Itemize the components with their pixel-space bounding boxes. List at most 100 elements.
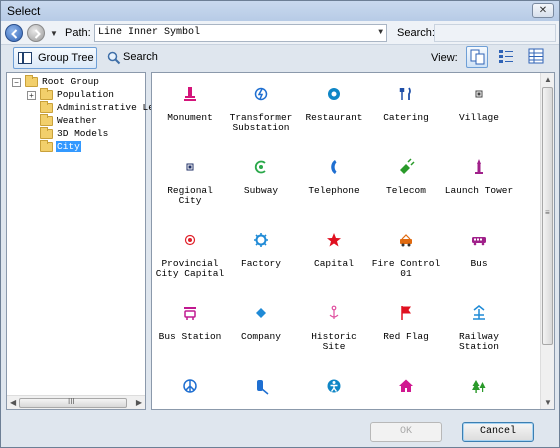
square-dot-icon <box>181 158 199 176</box>
symbol-item[interactable]: Railway Station <box>442 304 516 352</box>
symbol-item[interactable]: Telecom <box>369 158 443 204</box>
square-dot-icon <box>470 85 488 103</box>
symbol-item[interactable]: Company <box>224 304 298 350</box>
dialog-footer: OK Cancel <box>1 412 559 447</box>
details-icon <box>528 48 544 64</box>
symbol-item[interactable]: Bus <box>442 231 516 277</box>
symbol-item[interactable]: Telephone <box>297 158 371 204</box>
symbol-grid[interactable]: Monument Transformer Substation Restaurant… <box>151 72 555 410</box>
cancel-button[interactable]: Cancel <box>462 422 534 442</box>
toolbar: Group Tree Search View: <box>1 45 559 71</box>
symbol-label: Bus <box>470 258 488 269</box>
group-tree-panel[interactable]: − Root Group + Population Administrative Lev… <box>6 72 160 410</box>
scroll-down-icon[interactable]: ▼ <box>544 398 552 407</box>
symbol-item[interactable]: Red Flag <box>369 304 443 350</box>
list-icon <box>499 50 513 63</box>
folder-icon <box>40 114 53 126</box>
back-button[interactable] <box>5 24 23 42</box>
star-icon <box>325 231 343 249</box>
details-view-button[interactable] <box>526 46 548 68</box>
tree-item-label: Administrative Lev <box>57 102 160 113</box>
path-combobox[interactable]: Line Inner Symbol ▼ <box>94 24 387 42</box>
target-icon <box>181 231 199 249</box>
historic-icon <box>325 304 343 322</box>
tree-scroll-thumb[interactable]: III <box>19 397 127 408</box>
fork-knife-icon <box>397 85 415 103</box>
symbol-item[interactable]: Transformer Substation <box>224 85 298 133</box>
bus-station-icon <box>181 304 199 322</box>
collapse-toggle[interactable]: − <box>12 78 21 87</box>
symbol-item[interactable]: Catering <box>369 85 443 131</box>
symbol-label: Railway Station <box>459 331 499 352</box>
close-button[interactable]: ✕ <box>532 3 554 18</box>
title-bar[interactable]: Select ✕ <box>1 1 559 21</box>
tree-horizontal-scrollbar[interactable]: ◀ III ▶ <box>7 395 145 409</box>
symbol-item[interactable]: Factory <box>224 231 298 277</box>
symbol-item[interactable]: Monument <box>153 85 227 131</box>
panel-icon <box>18 52 32 64</box>
symbol-item[interactable]: Launch Tower <box>442 158 516 204</box>
symbol-label: Telephone <box>308 185 360 196</box>
extinguisher-icon <box>252 377 270 395</box>
tree-item-label: 3D Models <box>57 128 109 139</box>
expand-toggle[interactable]: + <box>27 91 36 100</box>
symbol-vertical-scrollbar[interactable]: ▲ ≡ ▼ <box>540 73 554 409</box>
scroll-left-icon[interactable]: ◀ <box>10 398 16 407</box>
folder-icon <box>40 140 53 152</box>
symbol-item[interactable]: Subway <box>224 158 298 204</box>
group-tree-label: Group Tree <box>38 52 94 64</box>
symbol-label: Monument <box>167 112 213 123</box>
symbol-item[interactable] <box>153 377 227 409</box>
scroll-up-icon[interactable]: ▲ <box>544 75 552 84</box>
tree-item-label: Weather <box>57 115 97 126</box>
symbol-item[interactable]: Regional City <box>153 158 227 206</box>
arrow-left-icon <box>11 29 18 39</box>
ok-button[interactable]: OK <box>370 422 442 442</box>
symbol-label: Restaurant <box>305 112 363 123</box>
bus-icon <box>470 231 488 249</box>
flag-icon <box>397 304 415 322</box>
history-dropdown-icon[interactable]: ▼ <box>50 29 58 38</box>
fire-truck-icon <box>397 231 415 249</box>
tree-item-label: City <box>56 141 81 152</box>
symbol-item[interactable]: Bus Station <box>153 304 227 350</box>
large-icons-view-button[interactable] <box>466 46 488 68</box>
subway-icon <box>252 158 270 176</box>
dialog-title: Select <box>7 4 41 18</box>
restaurant-icon <box>325 85 343 103</box>
symbol-item[interactable]: Capital <box>297 231 371 277</box>
symbol-item[interactable] <box>369 377 443 409</box>
group-tree-button[interactable]: Group Tree <box>13 47 97 69</box>
lightning-icon <box>252 85 270 103</box>
symbol-item[interactable]: Fire Control 01 <box>369 231 443 279</box>
chevron-down-icon[interactable]: ▼ <box>378 28 383 37</box>
symbol-label: Subway <box>243 185 279 196</box>
forest-icon <box>470 377 488 395</box>
gear-icon <box>252 231 270 249</box>
forward-button[interactable] <box>27 24 45 42</box>
scroll-right-icon[interactable]: ▶ <box>136 398 142 407</box>
symbol-item[interactable]: Village <box>442 85 516 131</box>
tree-item-label: Population <box>57 89 115 100</box>
satellite-icon <box>397 158 415 176</box>
symbol-label: Transformer Substation <box>229 112 293 133</box>
symbol-item[interactable]: Restaurant <box>297 85 371 131</box>
symbol-item[interactable]: Historic Site <box>297 304 371 352</box>
symbol-label: Capital <box>314 258 354 269</box>
symbol-scroll-thumb[interactable]: ≡ <box>542 87 553 345</box>
symbol-item[interactable] <box>442 377 516 409</box>
folder-icon <box>40 127 53 139</box>
symbol-label: Fire Control 01 <box>371 258 441 279</box>
diamond-icon <box>252 304 270 322</box>
person-circle-icon <box>325 377 343 395</box>
path-bar: ▼ Path: Line Inner Symbol ▼ Search: <box>1 21 559 45</box>
symbol-item[interactable] <box>297 377 371 409</box>
symbol-label: Village <box>459 112 499 123</box>
list-view-button[interactable] <box>496 46 518 68</box>
search-button[interactable]: Search <box>105 47 158 69</box>
symbol-item[interactable] <box>224 377 298 409</box>
symbol-item[interactable]: Provincial City Capital <box>153 231 227 279</box>
folder-icon <box>40 88 53 100</box>
search-input[interactable] <box>434 24 556 42</box>
symbol-label: Bus Station <box>158 331 222 342</box>
